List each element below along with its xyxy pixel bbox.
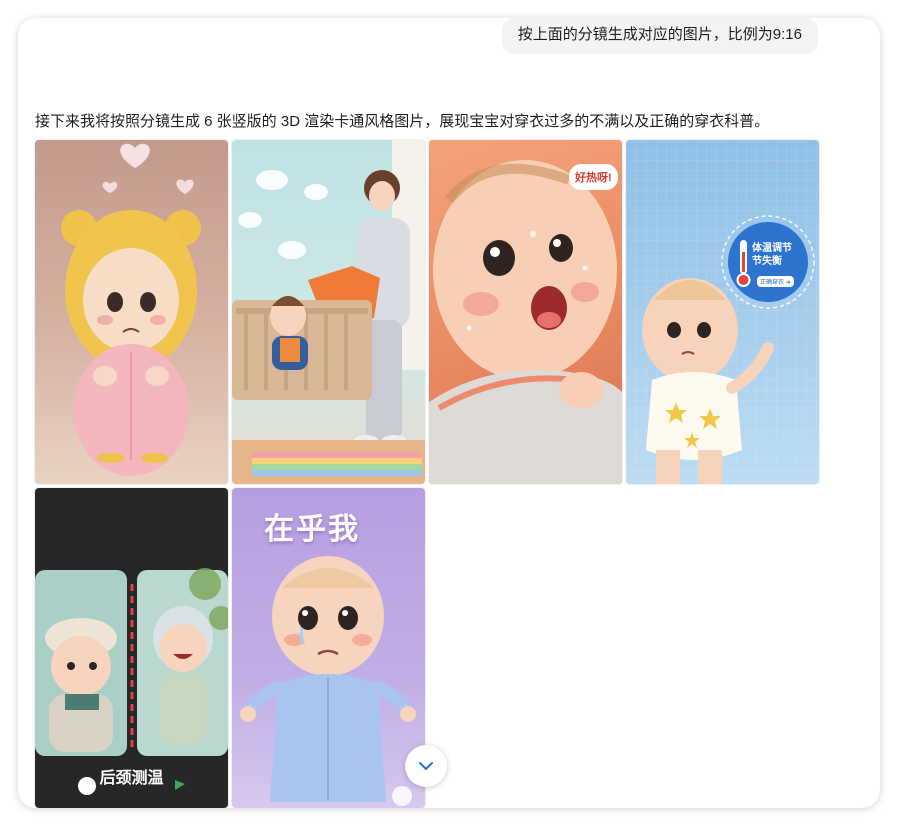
generated-image-5[interactable]: 后颈测温 <box>34 487 229 808</box>
image-1-illustration <box>61 143 201 476</box>
image-5-caption: 后颈测温 <box>99 770 164 787</box>
chevron-down-icon <box>419 762 433 770</box>
assistant-message-text: 接下来我将按照分镜生成 6 张竖版的 3D 渲染卡通风格图片，展现宝宝对穿衣过多… <box>35 113 770 130</box>
thermo-badge-line1: 体温调节 <box>752 243 792 254</box>
generated-image-1[interactable] <box>34 139 229 485</box>
image-5-illustration <box>35 568 228 795</box>
image-2-illustration <box>232 140 425 484</box>
chat-window: 按上面的分镜生成对应的图片，比例为9:16 接下来我将按照分镜生成 6 张竖版的… <box>18 18 880 808</box>
thermo-badge-label: 体温调节 节失衡 <box>752 242 804 268</box>
speech-bubble: 好热呀! <box>569 164 618 190</box>
thermo-badge-line2: 节失衡 <box>752 256 782 267</box>
generated-image-4[interactable]: 体温调节 节失衡 正确穿衣 ➜ <box>625 139 820 485</box>
image-3-illustration <box>429 160 622 484</box>
user-message-bubble: 按上面的分镜生成对应的图片，比例为9:16 <box>501 18 818 54</box>
image-4-illustration <box>626 140 819 484</box>
thermo-badge-button: 正确穿衣 ➜ <box>757 276 794 287</box>
scroll-down-button[interactable] <box>405 745 447 787</box>
generated-image-3[interactable]: 好热呀! <box>428 139 623 485</box>
generated-image-2[interactable] <box>231 139 426 485</box>
generated-image-6[interactable]: 在乎我 <box>231 487 426 808</box>
image-6-headline: 在乎我 <box>264 513 360 546</box>
